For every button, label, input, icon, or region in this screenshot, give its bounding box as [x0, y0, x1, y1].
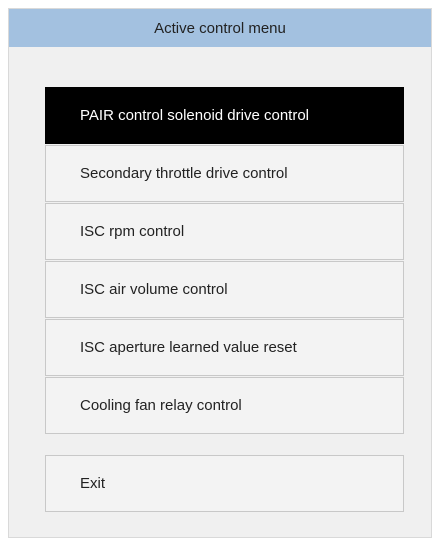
menu-item-isc-rpm-control[interactable]: ISC rpm control	[45, 203, 404, 260]
active-control-menu-window: Active control menu PAIR control solenoi…	[8, 8, 432, 538]
menu-item-label: ISC rpm control	[80, 223, 185, 240]
menu-item-label: ISC aperture learned value reset	[80, 339, 297, 356]
window-title: Active control menu	[154, 19, 286, 37]
menu-item-label: PAIR control solenoid drive control	[80, 107, 309, 124]
menu-item-label: ISC air volume control	[80, 281, 228, 298]
menu-item-isc-air-volume-control[interactable]: ISC air volume control	[45, 261, 404, 318]
exit-button-label: Exit	[80, 475, 106, 492]
menu-item-secondary-throttle-drive[interactable]: Secondary throttle drive control	[45, 145, 404, 202]
window-title-bar: Active control menu	[9, 9, 431, 47]
menu-list: PAIR control solenoid drive control Seco…	[45, 87, 404, 435]
menu-item-label: Cooling fan relay control	[80, 397, 242, 414]
menu-item-label: Secondary throttle drive control	[80, 165, 288, 182]
menu-item-cooling-fan-relay-control[interactable]: Cooling fan relay control	[45, 377, 404, 434]
exit-button[interactable]: Exit	[45, 455, 404, 512]
menu-item-isc-aperture-learned-value-reset[interactable]: ISC aperture learned value reset	[45, 319, 404, 376]
menu-item-pair-control-solenoid-drive[interactable]: PAIR control solenoid drive control	[45, 87, 404, 144]
